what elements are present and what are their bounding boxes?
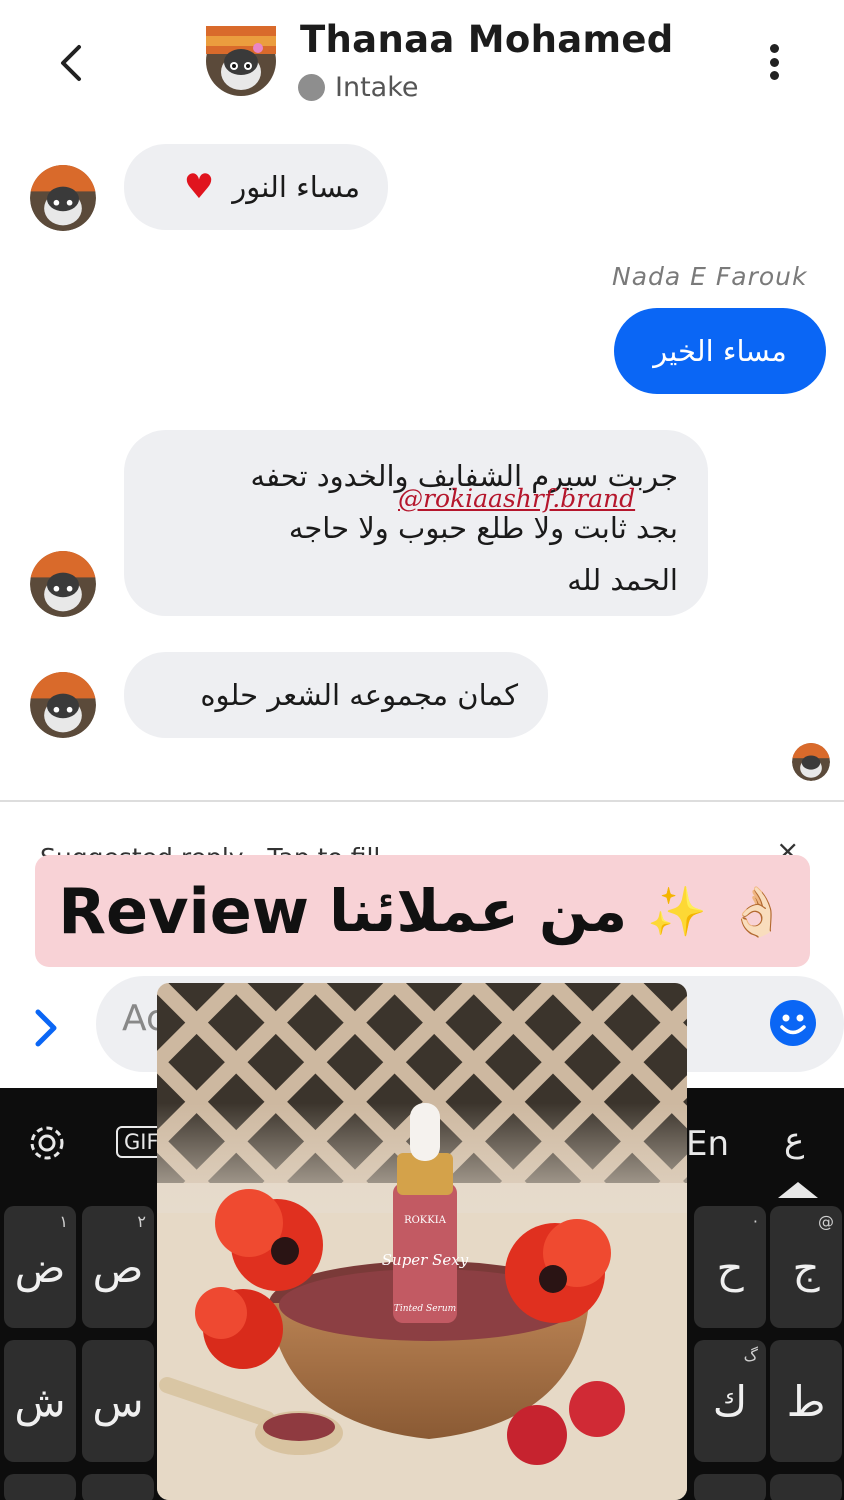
key-hint: · — [752, 1212, 758, 1231]
incoming-message[interactable]: جربت سيرم الشفايف والخدود تحفه بجد ثابت … — [124, 430, 708, 616]
key-hint: ١ — [59, 1212, 68, 1231]
sender-name: Nada E Farouk — [612, 262, 808, 291]
caret-up-icon[interactable] — [778, 1182, 818, 1198]
key-hint: ٢ — [137, 1212, 146, 1231]
gear-icon — [30, 1126, 64, 1160]
chat-header: Thanaa Mohamed Intake — [0, 0, 844, 130]
review-subtitle: من عملائنا — [329, 877, 628, 945]
key[interactable] — [770, 1474, 842, 1500]
product-name: Super Sexy — [382, 1251, 469, 1269]
language-ar-button[interactable]: ع — [784, 1120, 804, 1160]
contact-name[interactable]: Thanaa Mohamed — [300, 18, 674, 61]
product-brand: ROKKIA — [404, 1215, 447, 1226]
more-vertical-icon — [769, 44, 779, 53]
review-title: Review — [58, 874, 310, 948]
key[interactable]: ١ض — [4, 1206, 76, 1328]
more-dot — [769, 71, 779, 80]
more-options-button[interactable] — [758, 40, 790, 84]
contact-avatar-small[interactable] — [30, 551, 96, 617]
keyboard-settings-button[interactable] — [26, 1122, 68, 1168]
key-char: ك — [712, 1376, 748, 1426]
emoji-button[interactable] — [770, 1000, 816, 1046]
message-text: كمان مجموعه الشعر حلوه — [200, 678, 518, 712]
heart-icon: ♥ — [183, 167, 215, 207]
product-type: Tinted Serum — [394, 1304, 456, 1314]
seen-indicator-avatar — [792, 743, 830, 781]
key-char: ض — [14, 1242, 66, 1292]
smiley-icon — [780, 1014, 806, 1035]
incoming-message[interactable]: مساء النور ♥ — [124, 144, 388, 230]
key[interactable] — [82, 1474, 154, 1500]
key[interactable]: ط — [770, 1340, 842, 1462]
expand-button[interactable] — [30, 1006, 60, 1054]
key[interactable]: س — [82, 1340, 154, 1462]
more-dot — [769, 57, 779, 67]
chevron-right-icon — [35, 1009, 57, 1047]
message-text: مساء الخير — [653, 334, 787, 368]
status-label: Intake — [335, 72, 419, 103]
brand-watermark: @rokiaashrf.brand — [398, 484, 636, 513]
incoming-message[interactable]: كمان مجموعه الشعر حلوه — [124, 652, 548, 738]
key-hint: @ — [818, 1212, 834, 1231]
key-char: ح — [716, 1242, 744, 1292]
chevron-left-icon — [61, 45, 81, 81]
key[interactable]: گك — [694, 1340, 766, 1462]
contact-avatar-small[interactable] — [30, 165, 96, 231]
key[interactable] — [694, 1474, 766, 1500]
key[interactable]: · ح — [694, 1206, 766, 1328]
product-photo: ROKKIA Super Sexy Tinted Serum — [157, 983, 687, 1500]
key[interactable] — [4, 1474, 76, 1500]
contact-avatar[interactable] — [206, 26, 276, 96]
key-char: ش — [14, 1376, 66, 1426]
sparkles-icon: ✨ — [647, 883, 707, 940]
outgoing-message[interactable]: مساء الخير — [614, 308, 826, 394]
review-banner: Review من عملائنا ✨ 👌🏻 — [35, 855, 810, 967]
message-text: مساء النور — [232, 170, 360, 204]
key-char: ج — [792, 1242, 820, 1292]
key[interactable]: @ ج — [770, 1206, 842, 1328]
back-button[interactable] — [48, 38, 92, 88]
key-hint: گ — [743, 1346, 758, 1365]
key-char: ط — [786, 1376, 826, 1426]
key-char: ص — [92, 1242, 144, 1292]
key[interactable]: ش — [4, 1340, 76, 1462]
message-line: الحمد لله — [567, 563, 678, 597]
key-char: س — [92, 1376, 144, 1426]
contact-status: Intake — [298, 72, 419, 103]
language-en-button[interactable]: En — [686, 1124, 729, 1164]
ok-hand-icon: 👌🏻 — [726, 883, 787, 940]
contact-avatar-small[interactable] — [30, 672, 96, 738]
status-dot — [298, 74, 325, 101]
key[interactable]: ٢ص — [82, 1206, 154, 1328]
divider — [0, 800, 844, 802]
